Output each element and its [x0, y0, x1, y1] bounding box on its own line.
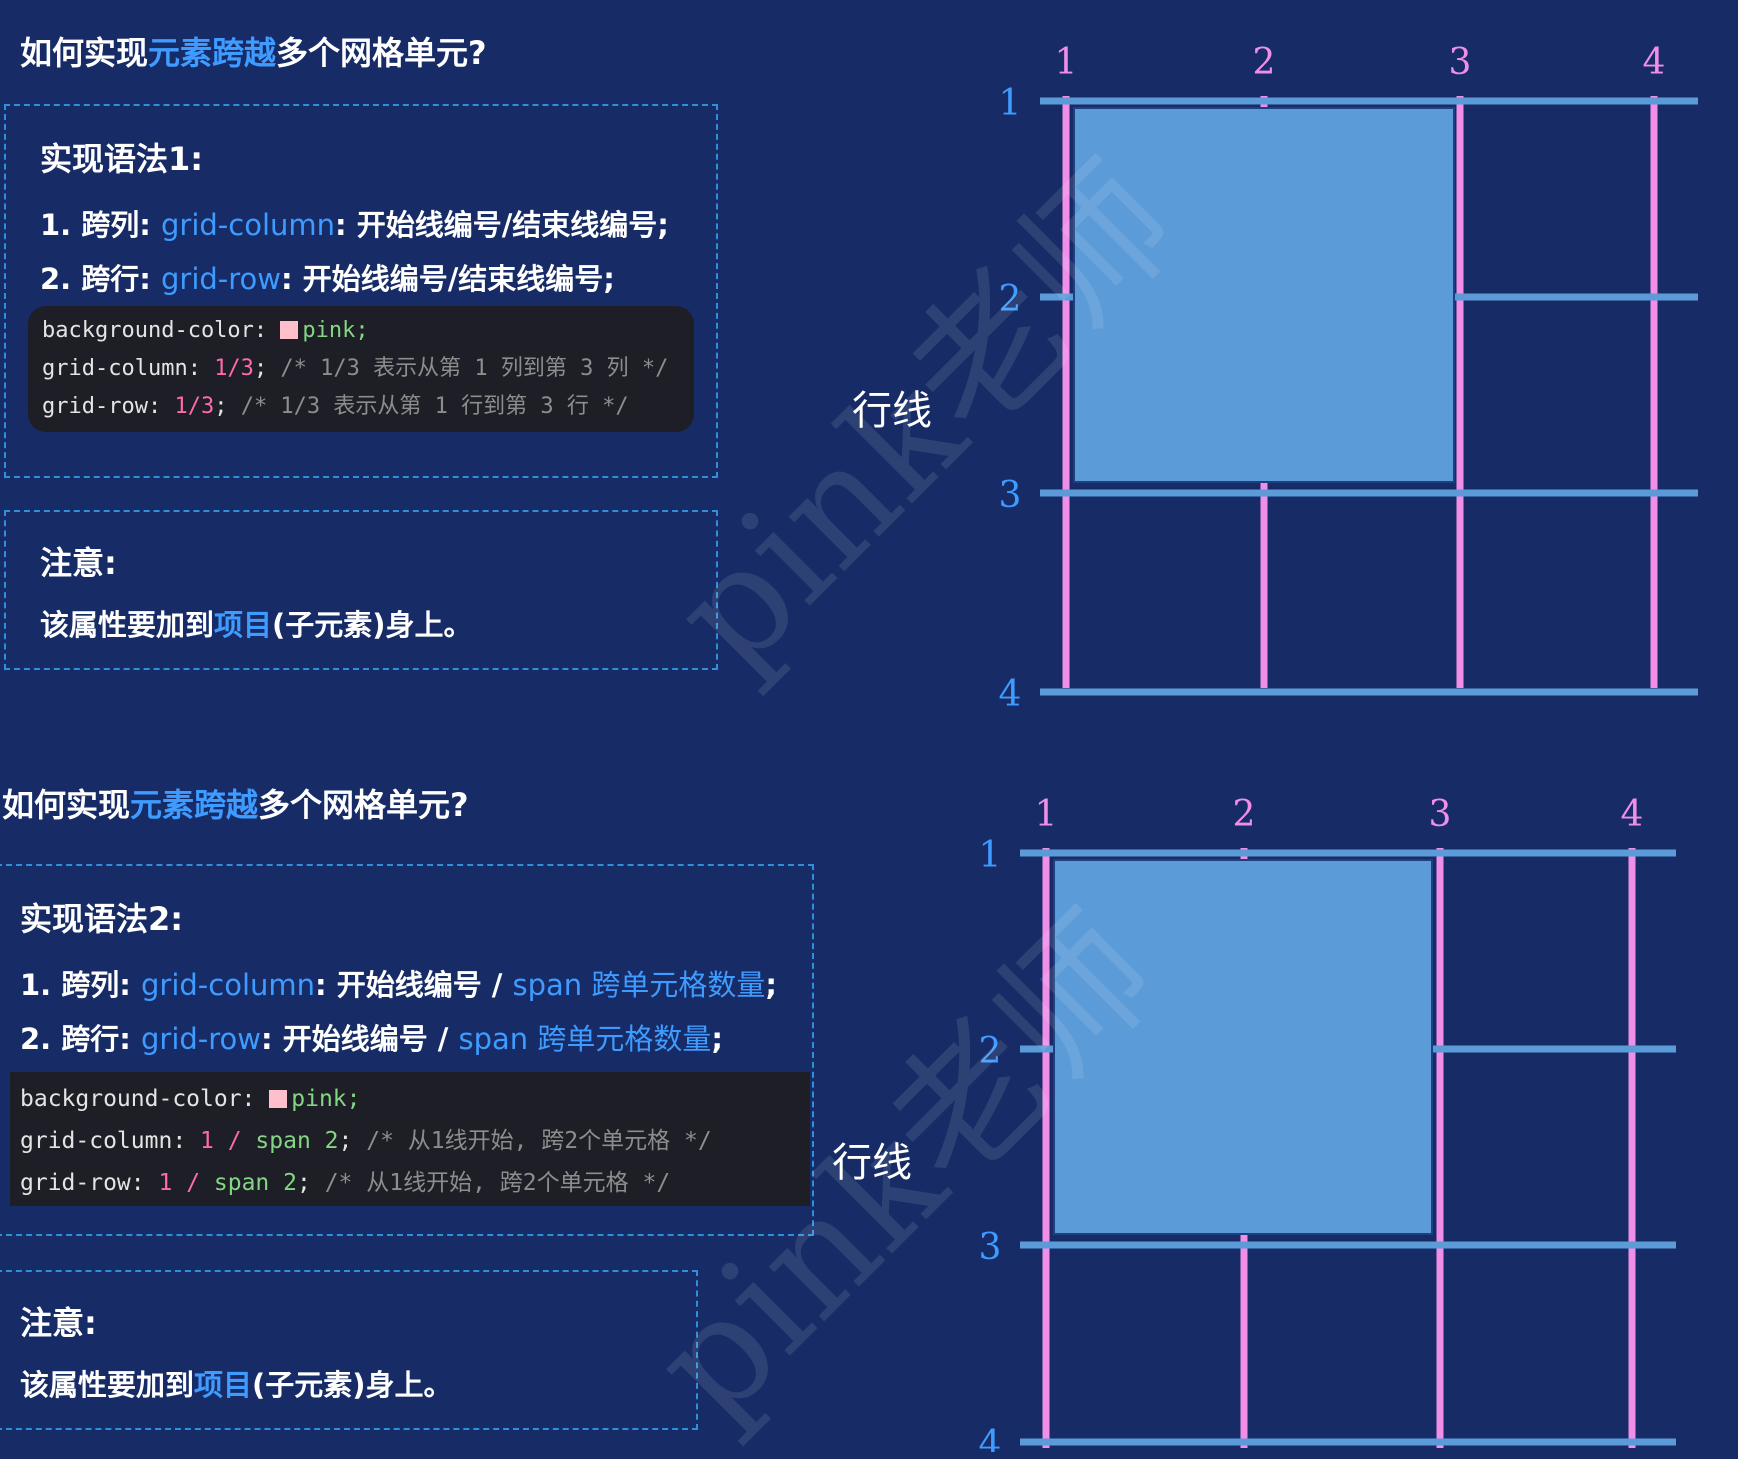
row-line-label: 4 — [979, 1424, 1002, 1452]
column-line-label: 4 — [1621, 794, 1644, 835]
column-line-label: 1 — [1055, 42, 1078, 83]
row-line-label: 2 — [979, 1031, 1002, 1072]
spanning-item — [1053, 859, 1433, 1235]
column-line-label: 1 — [1035, 794, 1058, 835]
column-line-label: 2 — [1233, 794, 1256, 835]
grid-diagrams: 1 2 3 4 1 2 3 4 1 2 3 4 1 2 3 4 — [979, 42, 1698, 1452]
row-line-label: 4 — [999, 674, 1022, 715]
spanning-item — [1073, 107, 1455, 483]
row-line-label: 2 — [999, 279, 1022, 320]
column-line-label: 4 — [1643, 42, 1666, 83]
row-line-label: 1 — [999, 83, 1022, 124]
column-line-label: 2 — [1253, 42, 1276, 83]
column-line-label: 3 — [1429, 794, 1452, 835]
row-line-label: 3 — [999, 475, 1022, 516]
row-line-label: 3 — [979, 1227, 1002, 1268]
column-line-label: 3 — [1449, 42, 1472, 83]
row-line-label: 1 — [979, 835, 1002, 876]
